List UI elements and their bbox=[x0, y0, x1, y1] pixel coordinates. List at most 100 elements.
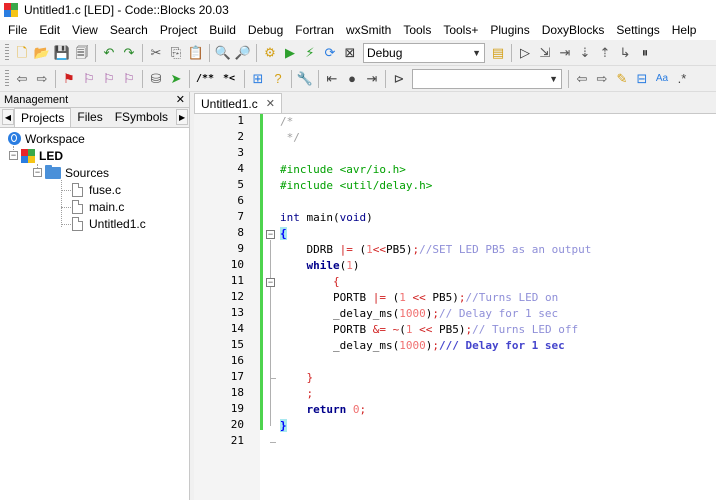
open-folder-icon[interactable]: 📂 bbox=[32, 43, 52, 63]
find-icon[interactable]: 🔍 bbox=[213, 43, 233, 63]
wrench-icon[interactable]: 🔧 bbox=[295, 69, 315, 89]
toolbar-separator bbox=[55, 69, 56, 88]
search-combo[interactable]: ▼ bbox=[412, 68, 562, 89]
doxy-wizard-icon[interactable]: ⊞ bbox=[248, 69, 268, 89]
tree-file[interactable]: Untitled1.c bbox=[0, 215, 189, 232]
toolbar-separator bbox=[291, 69, 292, 88]
pause-icon[interactable]: ⏸ bbox=[635, 43, 655, 63]
menu-fortran[interactable]: Fortran bbox=[289, 20, 340, 40]
target-options-icon[interactable]: ▤ bbox=[488, 43, 508, 63]
tree-project-led[interactable]: − LED bbox=[0, 147, 189, 164]
next-bookmark-icon[interactable]: ⚐ bbox=[99, 69, 119, 89]
code-editor[interactable]: 1 2 3 4 5 6 7 8 9 10 11 12 13 14 15 16 1… bbox=[194, 114, 716, 500]
menu-project[interactable]: Project bbox=[154, 20, 203, 40]
toolbar-grip[interactable] bbox=[5, 43, 9, 62]
search-back-icon[interactable]: ⇦ bbox=[572, 69, 592, 89]
regex-icon[interactable]: .* bbox=[672, 69, 692, 89]
tab-fsymbols[interactable]: FSymbols bbox=[109, 108, 174, 127]
save-icon[interactable]: 💾 bbox=[52, 43, 72, 63]
back-arrow-icon[interactable]: ⇦ bbox=[12, 69, 32, 89]
build-and-run-icon[interactable]: ⚡ bbox=[300, 43, 320, 63]
undo-icon[interactable]: ↶ bbox=[99, 43, 119, 63]
doxy-line-comment-icon[interactable]: *< bbox=[217, 69, 241, 89]
indent-left-icon[interactable]: ⇤ bbox=[322, 69, 342, 89]
menu-tools-plus[interactable]: Tools+ bbox=[437, 20, 484, 40]
fold-collapse-icon[interactable]: − bbox=[266, 278, 275, 287]
doxy-help-icon[interactable]: ? bbox=[268, 69, 288, 89]
menu-debug[interactable]: Debug bbox=[242, 20, 289, 40]
code-line: } bbox=[280, 419, 287, 432]
highlight-icon[interactable]: ✎ bbox=[612, 69, 632, 89]
save-all-icon[interactable]: 🗐 bbox=[72, 43, 92, 63]
build-target-select[interactable]: Debug ▼ bbox=[363, 42, 485, 63]
line-number: 18 bbox=[230, 386, 244, 399]
fold-collapse-icon[interactable]: − bbox=[266, 230, 275, 239]
rebuild-icon[interactable]: ⟳ bbox=[320, 43, 340, 63]
code-line: ; bbox=[306, 387, 314, 400]
selected-text-icon[interactable]: ⊟ bbox=[632, 69, 652, 89]
step-out-icon[interactable]: ⇡ bbox=[595, 43, 615, 63]
code-line: DDRB |= (1<<PB5);//SET LED PB5 as an out… bbox=[306, 243, 592, 256]
symbol-browser-icon[interactable]: ⊳ bbox=[389, 69, 409, 89]
replace-icon[interactable]: 🔎 bbox=[233, 43, 253, 63]
debug-windows-icon[interactable]: ⛁ bbox=[146, 69, 166, 89]
tree-file[interactable]: main.c bbox=[0, 198, 189, 215]
menu-build[interactable]: Build bbox=[203, 20, 242, 40]
line-number: 2 bbox=[237, 130, 244, 143]
indent-right-icon[interactable]: ⇥ bbox=[362, 69, 382, 89]
copy-icon[interactable]: ⎘ bbox=[166, 43, 186, 63]
collapse-icon[interactable]: − bbox=[9, 151, 18, 160]
abort-icon[interactable]: ⊠ bbox=[340, 43, 360, 63]
run-icon[interactable]: ▶ bbox=[280, 43, 300, 63]
editor-tabs: Untitled1.c ✕ bbox=[194, 92, 716, 114]
menu-help[interactable]: Help bbox=[666, 20, 703, 40]
forward-arrow-icon[interactable]: ⇨ bbox=[32, 69, 52, 89]
menu-plugins[interactable]: Plugins bbox=[484, 20, 535, 40]
tree-workspace[interactable]: Workspace bbox=[0, 130, 189, 147]
menu-tools[interactable]: Tools bbox=[397, 20, 437, 40]
tab-scroll-right-icon[interactable]: ▶ bbox=[176, 109, 189, 125]
step-into-icon[interactable]: ⇣ bbox=[575, 43, 595, 63]
run-to-cursor-icon[interactable]: ⇲ bbox=[535, 43, 555, 63]
close-icon[interactable]: ✕ bbox=[266, 97, 275, 110]
toggle-bookmark-icon[interactable]: ⚑ bbox=[59, 69, 79, 89]
menu-doxyblocks[interactable]: DoxyBlocks bbox=[536, 20, 611, 40]
match-case-icon[interactable]: Aa bbox=[652, 69, 672, 89]
doxy-comment-block-icon[interactable]: /** bbox=[193, 69, 217, 89]
prev-bookmark-icon[interactable]: ⚐ bbox=[79, 69, 99, 89]
close-icon[interactable]: ✕ bbox=[176, 93, 185, 106]
menu-settings[interactable]: Settings bbox=[610, 20, 665, 40]
paste-icon[interactable]: 📋 bbox=[186, 43, 206, 63]
line-number: 1 bbox=[237, 114, 244, 127]
tree-file-label: Untitled1.c bbox=[89, 216, 146, 231]
menu-search[interactable]: Search bbox=[104, 20, 154, 40]
tab-files[interactable]: Files bbox=[71, 108, 108, 127]
collapse-icon[interactable]: − bbox=[33, 168, 42, 177]
debug-start-icon[interactable]: ▷ bbox=[515, 43, 535, 63]
clear-bookmarks-icon[interactable]: ⚐ bbox=[119, 69, 139, 89]
new-file-icon[interactable]: 🗋 bbox=[12, 43, 32, 63]
secondary-toolbar: ⇦ ⇨ ⚑ ⚐ ⚐ ⚐ ⛁ ➤ /** *< ⊞ ? 🔧 ⇤ ● ⇥ ⊳ ▼ ⇦… bbox=[0, 66, 716, 92]
menu-file[interactable]: File bbox=[2, 20, 33, 40]
line-number: 21 bbox=[230, 434, 244, 447]
next-line-icon[interactable]: ⇥ bbox=[555, 43, 575, 63]
next-instruction-icon[interactable]: ↳ bbox=[615, 43, 635, 63]
tab-scroll-left-icon[interactable]: ◀ bbox=[2, 109, 14, 125]
tree-project-label: LED bbox=[39, 148, 63, 163]
menu-wxsmith[interactable]: wxSmith bbox=[340, 20, 397, 40]
line-number: 19 bbox=[230, 402, 244, 415]
tab-projects[interactable]: Projects bbox=[14, 108, 72, 127]
workspace-icon bbox=[8, 132, 21, 145]
cut-icon[interactable]: ✂ bbox=[146, 43, 166, 63]
menu-view[interactable]: View bbox=[66, 20, 104, 40]
tree-folder-sources[interactable]: − Sources bbox=[0, 164, 189, 181]
search-forward-icon[interactable]: ⇨ bbox=[592, 69, 612, 89]
toolbar-grip[interactable] bbox=[5, 69, 9, 88]
redo-icon[interactable]: ↷ bbox=[119, 43, 139, 63]
jump-icon[interactable]: ➤ bbox=[166, 69, 186, 89]
menu-edit[interactable]: Edit bbox=[33, 20, 66, 40]
tree-file[interactable]: fuse.c bbox=[0, 181, 189, 198]
circle-icon[interactable]: ● bbox=[342, 69, 362, 89]
editor-tab-untitled1[interactable]: Untitled1.c ✕ bbox=[194, 93, 282, 113]
build-gear-icon[interactable]: ⚙ bbox=[260, 43, 280, 63]
